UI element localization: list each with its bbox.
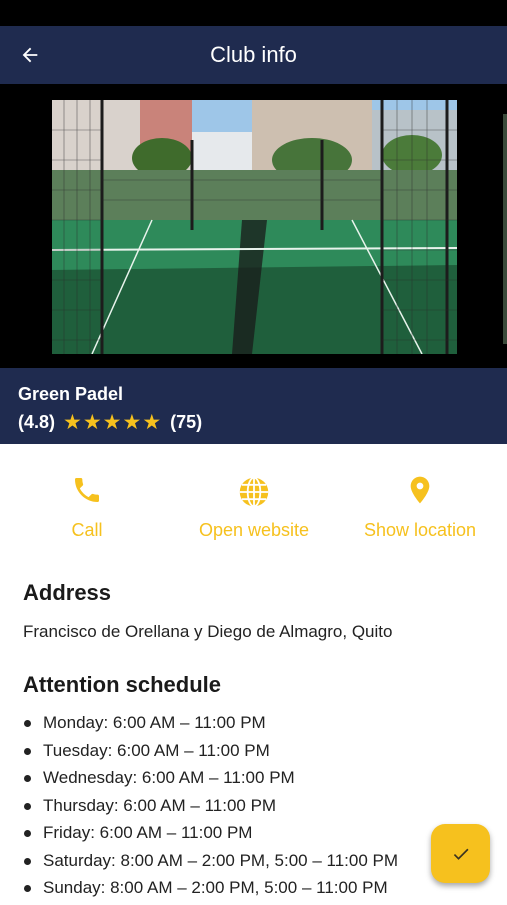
- star-icon: ★: [122, 410, 142, 434]
- confirm-fab[interactable]: [431, 824, 490, 883]
- star-icon: ★: [142, 410, 162, 434]
- call-label: Call: [71, 520, 103, 540]
- star-icon: ★: [82, 410, 102, 434]
- globe-icon: [239, 476, 269, 508]
- address-text: Francisco de Orellana y Diego de Almagro…: [23, 622, 393, 641]
- schedule-item: Sunday: 8:00 AM – 2:00 PM, 5:00 – 11:00 …: [23, 877, 493, 905]
- club-photo: [52, 100, 457, 354]
- phone-icon: [75, 478, 99, 502]
- star-icon: ★: [63, 410, 82, 434]
- app-bar: Club info: [0, 26, 507, 84]
- back-button[interactable]: [12, 37, 48, 73]
- status-bar: [0, 0, 507, 26]
- rating-stars: ★ ★ ★ ★ ★: [63, 410, 162, 434]
- schedule-title: Attention schedule: [23, 672, 222, 697]
- arrow-left-icon: [22, 47, 38, 63]
- show-location-button[interactable]: Show location: [336, 466, 504, 552]
- club-name: Green Padel: [18, 384, 124, 404]
- open-website-label: Open website: [198, 520, 310, 540]
- rating-row: (4.8) ★ ★ ★ ★ ★ (75): [18, 412, 202, 433]
- check-icon: [453, 848, 468, 860]
- schedule-item: Wednesday: 6:00 AM – 11:00 PM: [23, 767, 493, 795]
- page-title: Club info: [210, 42, 297, 67]
- next-photo-preview[interactable]: [503, 114, 507, 344]
- club-header: Green Padel (4.8) ★ ★ ★ ★ ★ (75): [0, 368, 507, 444]
- schedule-list: Monday: 6:00 AM – 11:00 PM Tuesday: 6:00…: [23, 712, 493, 905]
- schedule-item: Tuesday: 6:00 AM – 11:00 PM: [23, 740, 493, 768]
- schedule-item: Saturday: 8:00 AM – 2:00 PM, 5:00 – 11:0…: [23, 850, 493, 878]
- schedule-item: Friday: 6:00 AM – 11:00 PM: [23, 822, 493, 850]
- review-count: (75): [170, 412, 203, 432]
- star-icon: ★: [102, 410, 122, 434]
- open-website-button[interactable]: Open website: [170, 466, 338, 552]
- rating-value: (4.8): [18, 412, 56, 432]
- show-location-label: Show location: [363, 520, 477, 540]
- address-title: Address: [23, 580, 112, 605]
- location-pin-icon: [410, 476, 430, 504]
- schedule-item: Monday: 6:00 AM – 11:00 PM: [23, 712, 493, 740]
- photo-gallery[interactable]: [0, 84, 507, 368]
- call-button[interactable]: Call: [3, 466, 171, 552]
- action-bar: Call Open website Show location: [0, 466, 507, 552]
- schedule-item: Thursday: 6:00 AM – 11:00 PM: [23, 795, 493, 823]
